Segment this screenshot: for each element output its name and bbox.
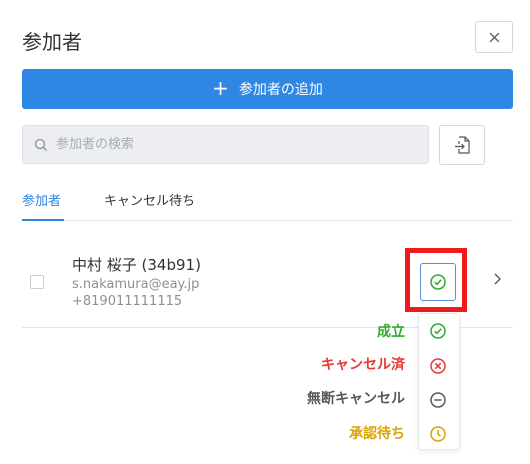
check-circle-icon [430,274,446,290]
status-option-noshow-label[interactable]: 無断キャンセル [307,388,405,408]
close-button[interactable] [475,21,513,53]
page-title: 参加者 [22,30,82,54]
import-button[interactable] [439,125,485,165]
participant-email: s.nakamura@eay.jp [72,277,200,292]
status-button[interactable] [420,263,456,301]
tab-waitlist[interactable]: キャンセル待ち [104,190,195,221]
x-circle-icon[interactable] [429,357,447,375]
search-icon [34,138,47,151]
tab-participants[interactable]: 参加者 [22,190,64,221]
tab-bar: 参加者 キャンセル待ち [22,190,513,221]
minus-circle-icon[interactable] [429,391,447,409]
status-highlight [405,248,467,312]
add-participant-button[interactable]: + 参加者の追加 [22,69,513,109]
chevron-right-icon[interactable] [492,272,502,286]
add-participant-label: 参加者の追加 [238,82,323,98]
plus-icon: + [212,76,229,100]
participant-phone: +819011111115 [72,294,183,309]
status-option-cancelled-label[interactable]: キャンセル済 [321,354,405,374]
status-menu [418,313,460,450]
search-box[interactable] [22,125,429,164]
status-option-success-label[interactable]: 成立 [377,321,405,341]
clock-icon[interactable] [429,425,447,443]
search-input[interactable] [56,137,416,152]
check-circle-icon[interactable] [429,322,447,340]
file-import-icon [455,136,470,154]
close-icon [489,32,499,42]
participant-name: 中村 桜子 (34b91) [72,256,201,274]
status-option-pending-label[interactable]: 承認待ち [349,423,405,443]
participant-checkbox[interactable] [30,275,44,289]
